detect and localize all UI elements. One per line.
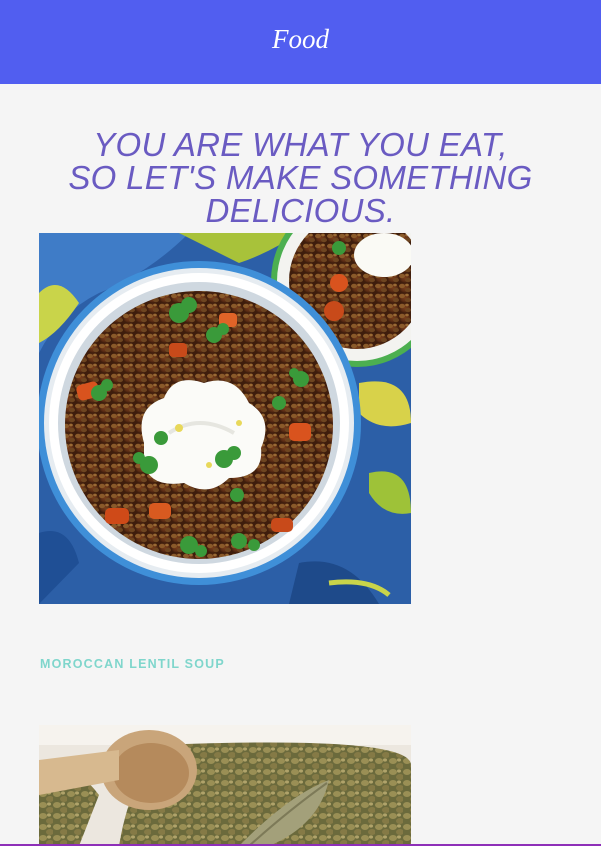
lentil-soup-bowl-photo: [39, 233, 411, 604]
tagline-line-3: DELICIOUS.: [205, 192, 396, 229]
recipe-image-lentil-soup[interactable]: [39, 233, 411, 604]
green-lentils-wooden-spoon-photo: [39, 725, 411, 846]
site-title[interactable]: Food: [272, 24, 329, 55]
hero-tagline: YOU ARE WHAT YOU EAT, SO LET'S MAKE SOME…: [0, 128, 601, 227]
tagline-line-1: YOU ARE WHAT YOU EAT,: [93, 126, 508, 163]
site-header: Food: [0, 0, 601, 84]
recipe-image-lentils[interactable]: [39, 725, 411, 846]
tagline-line-2: SO LET'S MAKE SOMETHING: [68, 159, 533, 196]
recipe-title[interactable]: MOROCCAN LENTIL SOUP: [40, 657, 225, 671]
